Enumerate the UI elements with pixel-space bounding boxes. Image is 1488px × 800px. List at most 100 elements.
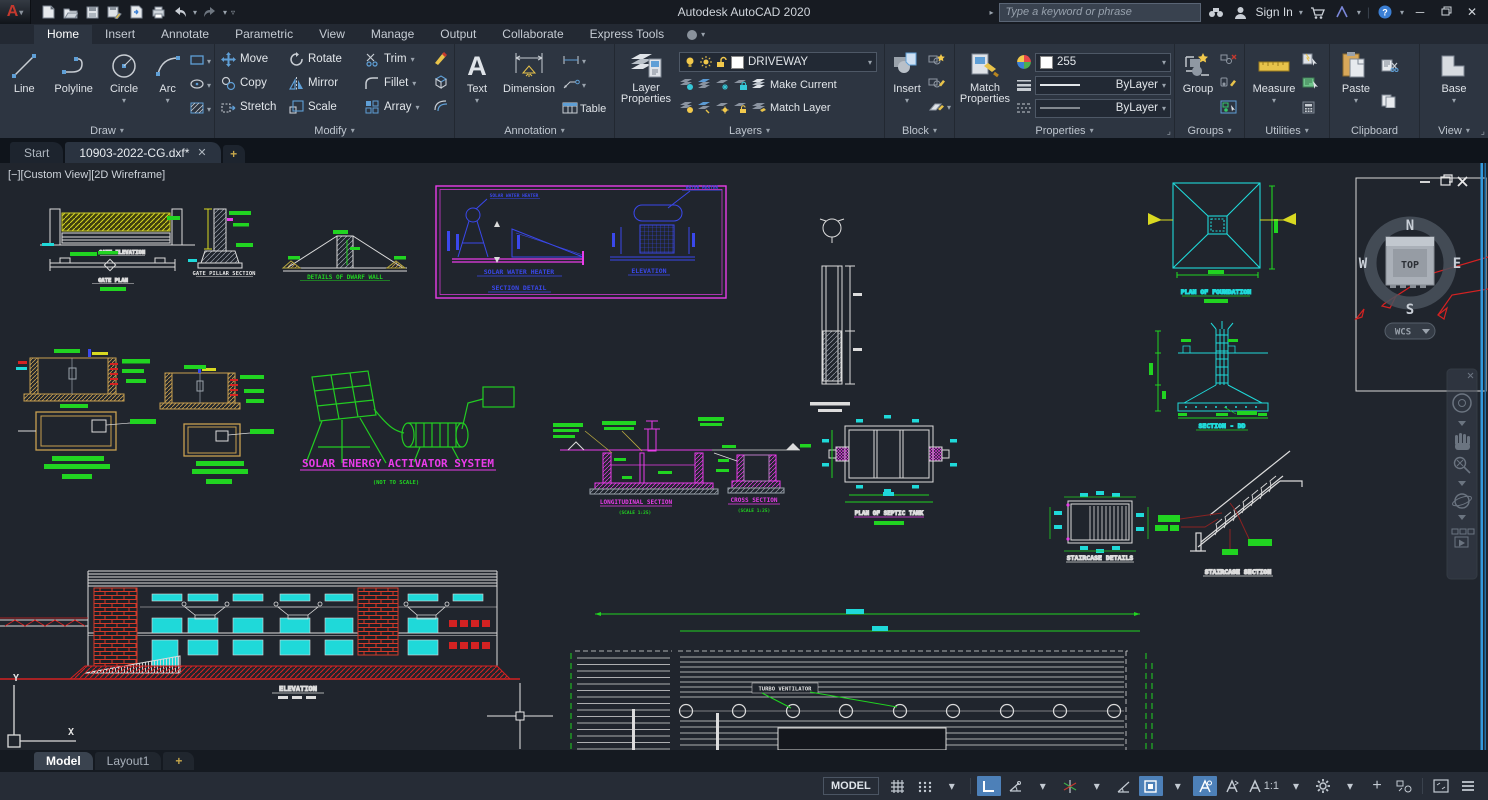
snap-dropdown[interactable]: ▾ — [940, 776, 964, 796]
tab-manage[interactable]: Manage — [358, 25, 427, 44]
otrack-toggle[interactable] — [1112, 776, 1136, 796]
search-input[interactable] — [999, 3, 1201, 22]
create-block-icon[interactable] — [928, 52, 951, 68]
view-panel-title[interactable]: View▾ — [1420, 123, 1488, 138]
table-icon[interactable] — [562, 102, 578, 117]
circle-button[interactable]: Circle ▾ — [102, 47, 147, 123]
tab-parametric[interactable]: Parametric — [222, 25, 306, 44]
navigation-bar[interactable] — [1447, 369, 1477, 579]
match-layer-icon[interactable] — [751, 101, 767, 114]
polyline-button[interactable]: Polyline — [48, 47, 100, 123]
rectangle-dropdown[interactable]: ▾ — [207, 57, 211, 66]
autodesk-logo-icon[interactable] — [1333, 4, 1351, 20]
array-button[interactable]: Array▾ — [365, 100, 433, 115]
isodraft-toggle[interactable] — [1058, 776, 1082, 796]
layer-dropdown[interactable]: DRIVEWAY ▾ — [679, 52, 877, 72]
draw-panel-title[interactable]: Draw▾ — [0, 123, 214, 138]
measure-dropdown[interactable]: ▾ — [1272, 95, 1276, 107]
close-button[interactable]: ✕ — [1462, 5, 1482, 19]
utilities-panel-title[interactable]: Utilities▾ — [1245, 123, 1329, 138]
trim-button[interactable]: Trim▾ — [365, 52, 433, 67]
tab-insert[interactable]: Insert — [92, 25, 148, 44]
layer-dropdown-caret[interactable]: ▾ — [868, 58, 872, 67]
dimension-button[interactable]: Dimension — [498, 47, 560, 123]
viewport-controls[interactable]: [−][Custom View][2D Wireframe] — [8, 169, 165, 181]
redo-dropdown[interactable]: ▾ — [223, 8, 227, 17]
leader-icon[interactable] — [562, 78, 580, 93]
isolate-objects-icon[interactable] — [1392, 776, 1416, 796]
snap-toggle[interactable] — [913, 776, 937, 796]
paste-dropdown[interactable]: ▾ — [1354, 95, 1358, 107]
text-button[interactable]: A Text ▾ — [458, 47, 496, 123]
compass-south[interactable]: S — [1406, 302, 1414, 318]
model-space-badge[interactable]: MODEL — [823, 777, 879, 795]
search-binoculars-icon[interactable] — [1207, 4, 1225, 20]
text-dropdown[interactable]: ▾ — [475, 95, 479, 107]
insert-dropdown[interactable]: ▾ — [905, 95, 909, 107]
fillet-dropdown[interactable]: ▾ — [412, 79, 416, 88]
linear-dimension-dropdown[interactable]: ▾ — [582, 57, 586, 66]
search-expand-icon[interactable]: ▸ — [989, 8, 993, 17]
new-drawing-tab-button[interactable]: + — [223, 145, 245, 163]
annotation-panel-title[interactable]: Annotation▾ — [455, 123, 614, 138]
viewcube[interactable]: N S W E TOP WCS — [1359, 218, 1461, 339]
edit-block-icon[interactable] — [928, 75, 951, 91]
layers-panel-title[interactable]: Layers▾ — [615, 123, 884, 138]
quick-select-icon[interactable] — [1302, 53, 1320, 69]
tab-express-tools[interactable]: Express Tools — [577, 25, 677, 44]
annotation-visibility-toggle[interactable] — [1193, 776, 1217, 796]
object-color-dropdown[interactable]: 255 ▾ — [1035, 53, 1171, 72]
qat-customize-dropdown[interactable]: ▿ — [231, 8, 235, 17]
viewcube-top-face[interactable]: TOP — [1401, 260, 1419, 271]
ellipse-icon[interactable] — [189, 77, 205, 94]
new-file-icon[interactable] — [39, 4, 57, 20]
model-space[interactable]: GATE ELEVATION GATE PLAN GATE PILLAR SE — [0, 163, 1488, 750]
minimize-button[interactable]: ─ — [1410, 5, 1430, 19]
layer-on-all-icon[interactable] — [679, 101, 694, 114]
define-attributes-icon[interactable] — [928, 100, 945, 116]
groups-panel-title[interactable]: Groups▾ — [1175, 123, 1244, 138]
ungroup-icon[interactable] — [1220, 53, 1238, 68]
base-dropdown[interactable]: ▾ — [1452, 95, 1456, 107]
tab-collaborate[interactable]: Collaborate — [489, 25, 576, 44]
isodraft-dropdown[interactable]: ▾ — [1085, 776, 1109, 796]
redo-icon[interactable] — [201, 4, 219, 20]
group-edit-icon[interactable] — [1220, 76, 1238, 91]
customization-menu-icon[interactable] — [1456, 776, 1480, 796]
viewport-window-controls[interactable] — [1420, 175, 1467, 186]
group-button[interactable]: Group — [1178, 47, 1218, 123]
view-expander[interactable]: ⌟ — [1481, 126, 1485, 137]
workspace-switching-icon[interactable] — [1311, 776, 1335, 796]
autocad-logo[interactable]: A▾ — [0, 0, 31, 24]
annotation-monitor-plus[interactable]: + — [1365, 776, 1389, 796]
ribbon-display-dropdown[interactable]: ▾ — [701, 30, 705, 39]
hatch-icon[interactable] — [189, 101, 205, 118]
app-store-cart-icon[interactable] — [1309, 4, 1327, 20]
user-icon[interactable] — [1231, 4, 1249, 20]
ribbon-display-icon[interactable] — [687, 30, 697, 40]
properties-expander[interactable]: ⌟ — [1167, 126, 1171, 137]
hatch-dropdown[interactable]: ▾ — [207, 105, 211, 114]
sign-in-dropdown[interactable]: ▾ — [1299, 8, 1303, 17]
tab-annotate[interactable]: Annotate — [148, 25, 222, 44]
make-current-icon[interactable] — [751, 78, 767, 91]
ortho-toggle[interactable] — [977, 776, 1001, 796]
trim-dropdown[interactable]: ▾ — [411, 55, 415, 64]
modify-panel-title[interactable]: Modify▾ — [215, 123, 454, 138]
layer-unlock-all-icon[interactable] — [733, 101, 748, 114]
help-icon[interactable]: ? — [1376, 4, 1394, 20]
measure-button[interactable]: Measure ▾ — [1248, 47, 1300, 123]
mirror-button[interactable]: Mirror — [289, 76, 365, 91]
compass-east[interactable]: E — [1453, 256, 1461, 272]
linetype-dropdown[interactable]: ByLayer ▾ — [1035, 99, 1171, 118]
layer-lock-icon[interactable] — [733, 78, 748, 91]
explode-icon[interactable] — [433, 74, 453, 92]
layer-sun-icon[interactable] — [715, 101, 730, 114]
base-button[interactable]: Base ▾ — [1428, 47, 1480, 123]
save-icon[interactable] — [83, 4, 101, 20]
quick-calc-icon[interactable] — [1302, 101, 1320, 117]
grid-toggle[interactable] — [886, 776, 910, 796]
drawing-canvas[interactable]: [−][Custom View][2D Wireframe] GATE ELEV… — [0, 163, 1488, 750]
array-dropdown[interactable]: ▾ — [415, 103, 419, 112]
insert-button[interactable]: Insert ▾ — [888, 47, 926, 123]
